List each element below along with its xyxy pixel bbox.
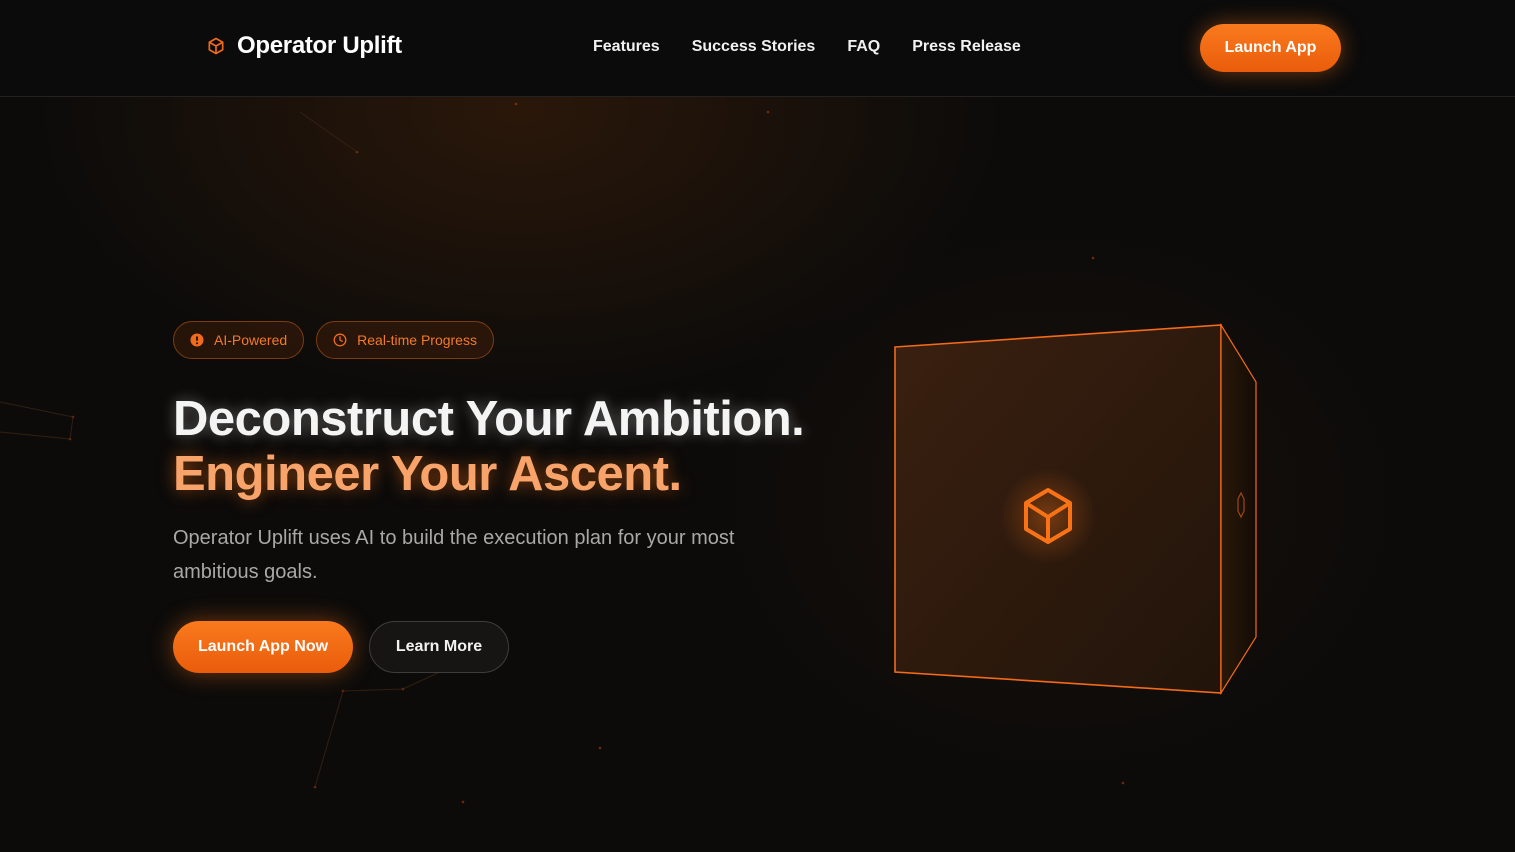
cube-illustration xyxy=(894,322,1257,696)
badge-ai-powered: AI-Powered xyxy=(173,321,305,359)
landing-page: Operator Uplift Features Success Stories… xyxy=(0,0,1515,852)
hero-description: Operator Uplift uses AI to build the exe… xyxy=(173,527,735,583)
top-navbar: Operator Uplift Features Success Stories… xyxy=(0,0,1515,97)
nav-link-success-stories[interactable]: Success Stories xyxy=(692,38,816,56)
feature-badges: AI-Powered Real-time Progress xyxy=(173,321,494,359)
nav-link-press-release[interactable]: Press Release xyxy=(912,38,1021,56)
learn-more-button[interactable]: Learn More xyxy=(369,621,509,673)
hero-title: Deconstruct Your Ambition. Engineer Your… xyxy=(173,392,805,502)
badge-label: Real-time Progress xyxy=(357,332,477,348)
launch-app-button[interactable]: Launch App xyxy=(1200,24,1341,72)
alert-circle-icon xyxy=(190,333,204,347)
nav-link-features[interactable]: Features xyxy=(593,38,660,56)
hero-title-line-1: Deconstruct Your Ambition. xyxy=(173,392,805,446)
clock-icon xyxy=(333,333,347,347)
launch-app-now-button[interactable]: Launch App Now xyxy=(173,621,353,673)
brand-name: Operator Uplift xyxy=(237,32,402,59)
nav-link-faq[interactable]: FAQ xyxy=(847,38,880,56)
badge-label: AI-Powered xyxy=(214,332,288,348)
badge-real-time-progress: Real-time Progress xyxy=(316,321,494,359)
brand-logo[interactable]: Operator Uplift xyxy=(206,32,402,60)
hero-title-line-2: Engineer Your Ascent. xyxy=(173,447,682,501)
main-nav: Features Success Stories FAQ Press Relea… xyxy=(593,38,1021,56)
hexagon-cube-icon xyxy=(206,36,226,56)
